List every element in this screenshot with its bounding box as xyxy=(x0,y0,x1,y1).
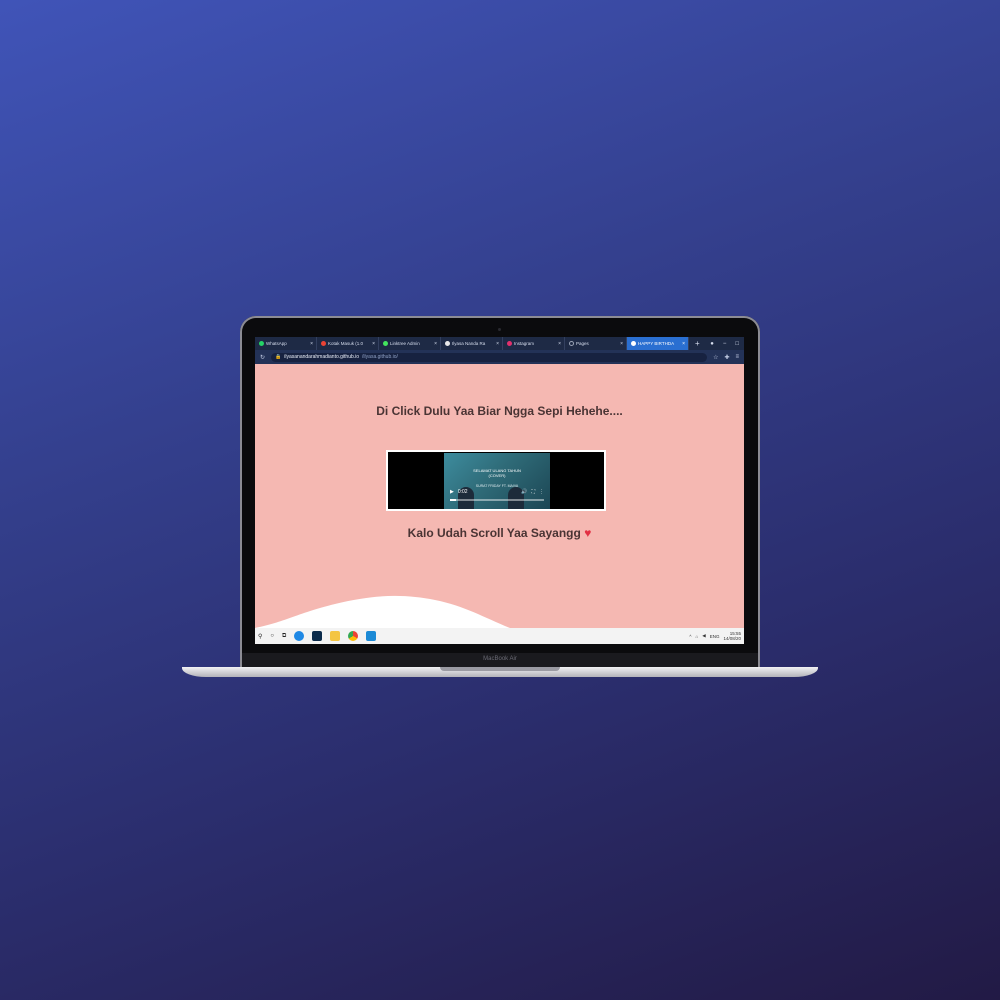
search-icon[interactable]: ⚲ xyxy=(258,633,262,640)
tab-label: Kotak Masuk (1.0 xyxy=(328,341,364,346)
extensions-icon[interactable]: ✚ xyxy=(724,354,729,361)
tab-whatsapp[interactable]: WhatsApp × xyxy=(255,337,317,350)
vscode-icon[interactable] xyxy=(366,631,377,641)
chrome-icon[interactable] xyxy=(348,631,359,641)
language-indicator[interactable]: ENG xyxy=(710,634,720,639)
video-progress-fill xyxy=(450,499,456,501)
close-tab-icon[interactable]: × xyxy=(372,341,378,347)
laptop-chin: MacBook Air xyxy=(242,653,758,667)
file-explorer-icon[interactable] xyxy=(330,631,341,641)
linktree-icon xyxy=(383,341,388,346)
laptop-screen: WhatsApp × Kotak Masuk (1.0 × Linktree Adm… xyxy=(255,337,744,644)
cortana-icon[interactable]: ○ xyxy=(270,633,274,639)
close-tab-icon[interactable]: × xyxy=(310,341,316,347)
chevron-up-icon[interactable]: ^ xyxy=(689,634,691,639)
scroll-caption: Kalo Udah Scroll Yaa Sayangg ♥ xyxy=(407,526,592,540)
minimize-icon[interactable]: − xyxy=(723,341,727,347)
new-tab-button[interactable]: + xyxy=(689,339,706,348)
tab-label: HAPPY BIRTHDA xyxy=(638,341,675,346)
close-tab-icon[interactable]: × xyxy=(434,341,440,347)
close-tab-icon[interactable]: × xyxy=(558,341,564,347)
heart-icon: ♥ xyxy=(584,526,592,540)
clock[interactable]: 15:55 14/08/20 xyxy=(723,631,741,641)
close-tab-icon[interactable]: × xyxy=(620,341,626,347)
github-icon xyxy=(445,341,450,346)
tab-gmail[interactable]: Kotak Masuk (1.0 × xyxy=(317,337,379,350)
tab-label: Linktree Admin xyxy=(390,341,420,346)
volume-icon[interactable]: 🔊 xyxy=(521,489,527,495)
laptop-notch xyxy=(440,667,560,671)
laptop-mockup: WhatsApp × Kotak Masuk (1.0 × Linktree Adm… xyxy=(182,316,818,682)
laptop-lid: WhatsApp × Kotak Masuk (1.0 × Linktree Adm… xyxy=(240,316,760,671)
tab-label: WhatsApp xyxy=(266,341,287,346)
wave-path xyxy=(255,595,510,628)
reload-icon[interactable]: ↻ xyxy=(260,354,265,361)
volume-tray-icon[interactable]: ◀ xyxy=(702,633,705,639)
video-time: 0:02 xyxy=(457,489,468,495)
maximize-icon[interactable]: □ xyxy=(735,341,739,347)
url-host: ilyasanandarahmadianto.github.io xyxy=(284,354,360,360)
lock-icon: 🔒 xyxy=(275,354,282,360)
address-bar[interactable]: 🔒 ilyasanandarahmadianto.github.io/ilyas… xyxy=(271,352,708,362)
tab-linktree[interactable]: Linktree Admin × xyxy=(379,337,441,350)
browser-tab-strip: WhatsApp × Kotak Masuk (1.0 × Linktree Adm… xyxy=(255,337,744,350)
fullscreen-icon[interactable]: ⛶ xyxy=(531,489,535,495)
windows-taskbar: ⚲ ○ ⧉ ^ ⌂ ◀ ENG 15:55 14/08/20 xyxy=(255,628,744,644)
star-icon[interactable]: ☆ xyxy=(713,354,718,361)
whatsapp-icon xyxy=(259,341,264,346)
close-tab-icon[interactable]: × xyxy=(682,341,688,347)
video-progress-bar[interactable] xyxy=(450,499,544,501)
tab-label: Instagram xyxy=(514,341,535,346)
instagram-icon xyxy=(507,341,512,346)
photoshop-icon[interactable] xyxy=(312,631,323,641)
browser-toolbar: ↻ 🔒 ilyasanandarahmadianto.github.io/ily… xyxy=(255,350,744,364)
web-page: Di Click Dulu Yaa Biar Ngga Sepi Hehehe.… xyxy=(255,364,744,628)
video-controls: ▶ 0:02 🔊 ⛶ ⋮ xyxy=(450,488,544,496)
gmail-icon xyxy=(321,341,326,346)
video-player[interactable]: SELAMAT ULANG TAHUN (COVER) SURAT FRIDAY … xyxy=(386,450,606,511)
tab-instagram[interactable]: Instagram × xyxy=(503,337,565,350)
more-options-icon[interactable]: ⋮ xyxy=(539,489,544,495)
tab-github[interactable]: Ilyasa Nanda Ra × xyxy=(441,337,503,350)
task-view-icon[interactable]: ⧉ xyxy=(282,633,286,640)
url-path: /ilyasa.github.io/ xyxy=(362,354,398,360)
video-title: SELAMAT ULANG TAHUN (COVER) xyxy=(473,468,521,478)
tab-pages[interactable]: Pages × xyxy=(565,337,627,350)
tab-happy-birthday[interactable]: HAPPY BIRTHDA × xyxy=(627,337,689,350)
profile-icon[interactable]: ● xyxy=(710,341,714,347)
page-heading: Di Click Dulu Yaa Biar Ngga Sepi Hehehe.… xyxy=(376,404,623,418)
network-icon[interactable]: ⌂ xyxy=(696,634,699,639)
pages-icon xyxy=(569,341,574,346)
reading-list-icon[interactable]: ≡ xyxy=(735,354,739,360)
camera xyxy=(498,328,501,331)
close-tab-icon[interactable]: × xyxy=(496,341,502,347)
white-wave-shape xyxy=(255,595,510,628)
tab-label: Ilyasa Nanda Ra xyxy=(452,341,486,346)
window-controls: ● − □ xyxy=(710,341,744,347)
system-tray: ^ ⌂ ◀ ENG 15:55 14/08/20 xyxy=(689,631,741,641)
github-icon xyxy=(631,341,636,346)
play-icon[interactable]: ▶ xyxy=(450,489,454,495)
video-frame[interactable]: SELAMAT ULANG TAHUN (COVER) SURAT FRIDAY … xyxy=(444,453,550,509)
edge-icon[interactable] xyxy=(294,631,305,641)
tab-label: Pages xyxy=(576,341,589,346)
